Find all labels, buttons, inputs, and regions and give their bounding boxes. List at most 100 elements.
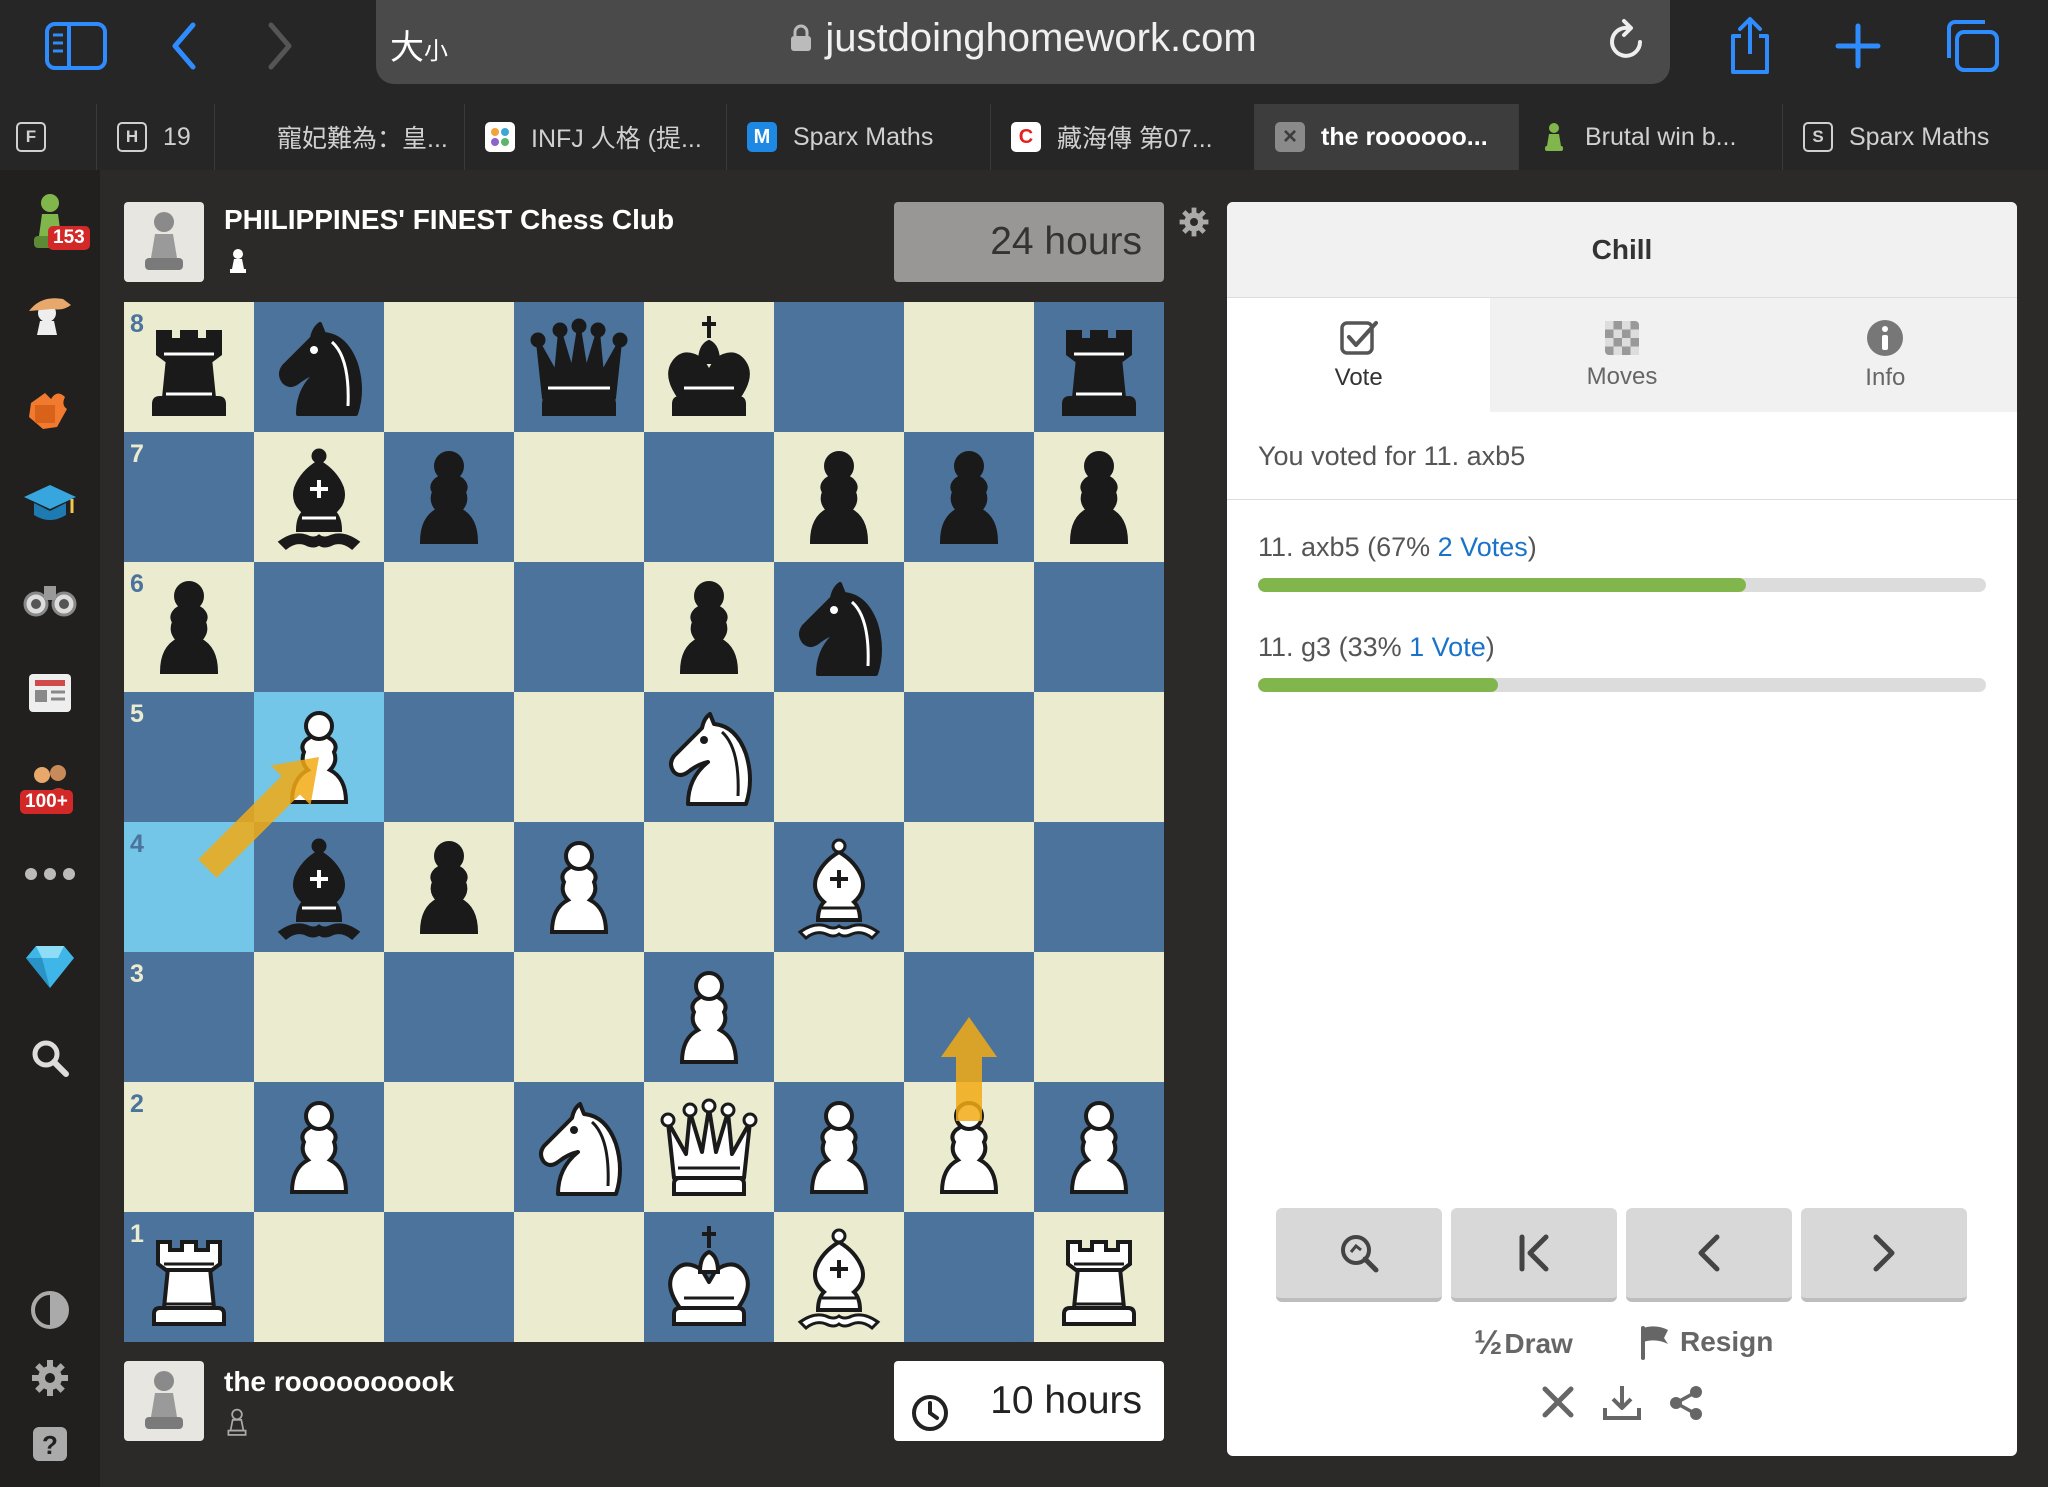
square-d6[interactable] [514,562,644,692]
black-rook-a8[interactable] [152,330,226,416]
square-c5[interactable] [384,692,514,822]
chess-logo-icon[interactable]: 153 [18,190,90,254]
vote-option-1[interactable]: 11. axb5 (67% 2 Votes) [1258,532,1986,592]
votes-link[interactable]: 1 Vote [1409,632,1486,662]
tab-moves-label: Moves [1586,363,1658,390]
reload-icon[interactable] [1606,18,1648,69]
tab-overview-icon[interactable] [1940,14,2004,78]
square-e4[interactable] [644,822,774,952]
help-icon[interactable]: ? [18,1412,82,1476]
square-g4[interactable] [904,822,1034,952]
flag-icon [1641,1326,1668,1360]
chess-board[interactable]: 8 7 6 5 4 3 2 1 a b c d e f g h [124,302,1164,1342]
square-h6[interactable] [1034,562,1164,692]
top-player-name[interactable]: PHILIPPINES' FINEST Chess Club [224,204,674,236]
address-bar[interactable]: 大小 justdoinghomework.com [376,0,1670,84]
share-game-icon[interactable] [1667,1384,1705,1427]
white-rook-a1[interactable] [152,1240,226,1326]
square-d3[interactable] [514,952,644,1082]
new-tab-icon[interactable] [1826,14,1890,78]
square-g6[interactable] [904,562,1034,692]
play-icon[interactable] [18,284,82,348]
vote-option-2[interactable]: 11. g3 (33% 1 Vote) [1258,632,1986,692]
file-label: d [623,1314,638,1342]
square-h4[interactable] [1034,822,1164,952]
square-h3[interactable] [1034,952,1164,1082]
tab-favicon: S [1803,122,1833,152]
square-c2[interactable] [384,1082,514,1212]
back-icon[interactable] [152,14,216,78]
square-h5[interactable] [1034,692,1164,822]
tab-f[interactable]: F [0,104,96,170]
learn-icon[interactable] [18,472,82,536]
sidebar-toggle-icon[interactable] [44,14,108,78]
square-g5[interactable] [904,692,1034,822]
news-icon[interactable] [18,660,82,724]
watch-binoculars-icon[interactable] [18,566,82,630]
magnifier-icon [1341,1235,1379,1273]
square-c8[interactable] [384,302,514,432]
first-move-button[interactable] [1451,1208,1617,1302]
close-tab-icon[interactable]: × [1275,122,1305,152]
tab-sparx-2[interactable]: S Sparx Maths [1782,104,2048,170]
square-f3[interactable] [774,952,904,1082]
square-d5[interactable] [514,692,644,822]
clock-icon [910,1381,950,1461]
square-c6[interactable] [384,562,514,692]
black-rook-h8[interactable] [1062,330,1136,416]
analysis-zoom-button[interactable] [1276,1208,1442,1302]
tab-infj[interactable]: INFJ 人格 (提... [464,104,726,170]
tab-moves[interactable]: Moves [1490,298,1753,412]
square-f5[interactable] [774,692,904,822]
square-c3[interactable] [384,952,514,1082]
moves-board-icon [1604,321,1639,355]
file-label: f [890,1314,899,1342]
tab-info[interactable]: Info [1754,298,2017,412]
tab-brutal-win[interactable]: Brutal win b... [1518,104,1782,170]
tab-novel[interactable]: 寵妃難為：皇... [214,104,464,170]
close-game-icon[interactable] [1540,1384,1576,1425]
tab-sparx-1[interactable]: M Sparx Maths [726,104,990,170]
white-rook-h1[interactable] [1062,1240,1136,1326]
tab-h[interactable]: H 19 [96,104,214,170]
bottom-clock-text: 10 hours [990,1379,1142,1422]
bottom-player-name[interactable]: the roooooooook [224,1366,454,1398]
square-e7[interactable] [644,432,774,562]
theme-toggle-icon[interactable] [18,1278,82,1342]
diamond-membership-icon[interactable] [18,934,82,998]
panel-title: Chill [1227,202,2017,298]
square-g8[interactable] [904,302,1034,432]
notification-badge: 153 [48,226,90,250]
resign-label: Resign [1680,1326,1774,1357]
tab-vote[interactable]: Vote [1227,298,1491,412]
next-move-button[interactable] [1801,1208,1967,1302]
settings-gear-icon[interactable] [18,1346,82,1410]
square-f8[interactable] [774,302,904,432]
forward-icon[interactable] [248,14,312,78]
draw-button[interactable]: ½ Draw [1474,1324,1573,1363]
share-icon[interactable] [1718,14,1782,78]
square-d7[interactable] [514,432,644,562]
votes-link[interactable]: 2 Votes [1438,532,1528,562]
draw-label: Draw [1504,1327,1573,1359]
tab-drama[interactable]: C 藏海傳 第07... [990,104,1254,170]
resign-button[interactable]: Resign [1638,1324,1773,1360]
sparx-favicon-icon: M [747,122,777,152]
rank-label: 5 [130,700,144,728]
board-settings-icon[interactable] [1178,206,1210,243]
previous-move-button[interactable] [1626,1208,1792,1302]
tab-label: 19 [163,122,191,151]
square-b6[interactable] [254,562,384,692]
square-b3[interactable] [254,952,384,1082]
board-svg[interactable]: 8 7 6 5 4 3 2 1 a b c d e f g h [124,302,1164,1342]
social-friends-icon[interactable]: 100+ [18,754,82,818]
vote-option-label: 11. g3 (33% 1 Vote) [1258,632,1495,662]
top-player-avatar[interactable] [124,202,204,282]
tab-label: 寵妃難為：皇... [277,125,448,153]
tab-chess-active[interactable]: × the roooooo... [1254,104,1518,170]
puzzles-icon[interactable] [18,378,82,442]
more-icon[interactable] [18,842,82,906]
search-icon[interactable] [18,1026,82,1090]
bottom-player-avatar[interactable] [124,1361,204,1441]
download-icon[interactable] [1602,1384,1642,1427]
